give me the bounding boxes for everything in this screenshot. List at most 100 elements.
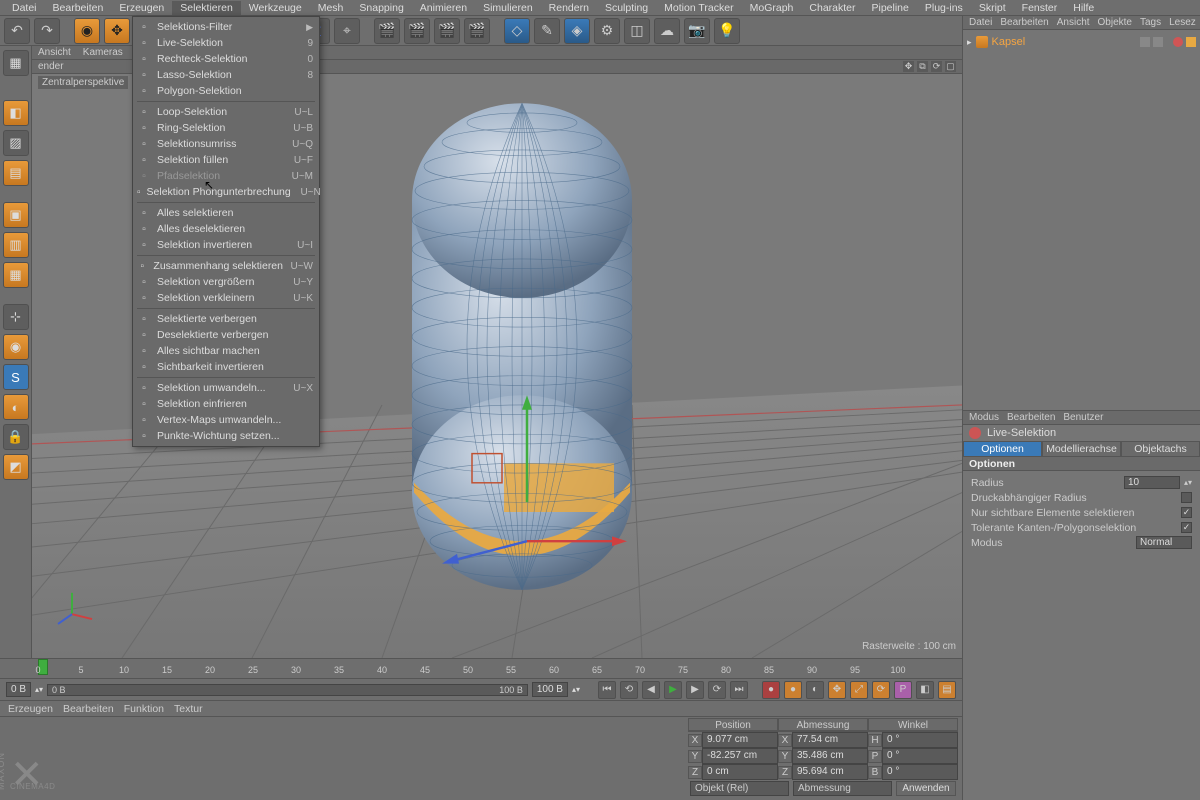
menu-item-deselektierte-verbergen[interactable]: ▫Deselektierte verbergen <box>133 327 319 343</box>
matmgr-tab-textur[interactable]: Textur <box>174 703 203 715</box>
menu-item-lasso-selektion[interactable]: ▫Lasso-Selektion8 <box>133 67 319 83</box>
scale-key-icon[interactable]: ⤢ <box>850 681 868 699</box>
menu-item-vertex-maps-umwandeln-[interactable]: ▫Vertex-Maps umwandeln... <box>133 412 319 428</box>
sicht-checkbox[interactable]: ✓ <box>1181 507 1192 518</box>
objmgr-tab-tags[interactable]: Tags <box>1140 17 1161 28</box>
goto-start-icon[interactable]: ⏮ <box>598 681 616 699</box>
menu-item-selektion-f-llen[interactable]: ▫Selektion füllenU~F <box>133 152 319 168</box>
object-name[interactable]: Kapsel <box>992 36 1026 48</box>
timeline-range-slider[interactable]: 0 B 100 B <box>47 684 528 696</box>
subtab-optionen[interactable]: Optionen <box>963 441 1042 457</box>
menu-skript[interactable]: Skript <box>971 1 1014 15</box>
visibility-top-icon[interactable] <box>1140 37 1150 47</box>
menu-datei[interactable]: Datei <box>4 1 45 15</box>
pos-input[interactable]: 9.077 cm <box>702 732 778 748</box>
timeline-ruler[interactable]: 0510152025303540455055606570758085909510… <box>0 659 962 679</box>
spinner-icon[interactable]: ▴▾ <box>1184 478 1192 487</box>
play-icon[interactable]: ▶ <box>664 681 682 699</box>
subdiv-icon[interactable]: ◈ <box>564 18 590 44</box>
angle-input[interactable]: 0 ° <box>882 764 958 780</box>
menu-item-alles-selektieren[interactable]: ▫Alles selektieren <box>133 205 319 221</box>
polygon-mode-icon[interactable]: ▦ <box>3 262 29 288</box>
matmgr-tab-bearbeiten[interactable]: Bearbeiten <box>63 703 114 715</box>
menu-charakter[interactable]: Charakter <box>801 1 863 15</box>
subtab-modellierachse[interactable]: Modellierachse <box>1042 441 1121 457</box>
goto-key-next-icon[interactable]: ⟳ <box>708 681 726 699</box>
param-key-icon[interactable]: P <box>894 681 912 699</box>
render-pv-icon[interactable]: 🎬 <box>434 18 460 44</box>
menu-item-polygon-selektion[interactable]: ▫Polygon-Selektion <box>133 83 319 99</box>
viewport-solo-icon[interactable]: ◩ <box>3 454 29 480</box>
vp-zoom-icon[interactable]: ⧉ <box>917 61 928 72</box>
frame-start-field[interactable]: 0 B <box>6 682 31 697</box>
dim-input[interactable]: 35.486 cm <box>792 748 868 764</box>
frame-end-field[interactable]: 100 B <box>532 682 568 697</box>
vp-nav-icon[interactable]: ✥ <box>903 61 914 72</box>
dim-input[interactable]: 95.694 cm <box>792 764 868 780</box>
menu-item-loop-selektion[interactable]: ▫Loop-SelektionU~L <box>133 104 319 120</box>
menu-rendern[interactable]: Rendern <box>541 1 597 15</box>
point-mode-icon[interactable]: ▣ <box>3 202 29 228</box>
menu-item-alles-deselektieren[interactable]: ▫Alles deselektieren <box>133 221 319 237</box>
edge-mode-icon[interactable]: ▥ <box>3 232 29 258</box>
anim-layer-icon[interactable]: ▤ <box>938 681 956 699</box>
phong-tag-icon[interactable] <box>1186 37 1196 47</box>
menu-animieren[interactable]: Animieren <box>412 1 475 15</box>
coord-sys-icon[interactable]: ⌖ <box>334 18 360 44</box>
make-editable-icon[interactable]: ▦ <box>3 50 29 76</box>
object-manager[interactable]: ▸ Kapsel <box>963 30 1200 410</box>
spinner-icon[interactable]: ▴▾ <box>35 685 43 694</box>
record-key-icon[interactable]: ● <box>762 681 780 699</box>
objmgr-tab-lesez[interactable]: Lesez <box>1169 17 1196 28</box>
menu-item-zusammenhang-selektieren[interactable]: ▫Zusammenhang selektierenU~W <box>133 258 319 274</box>
vp-rotate-icon[interactable]: ⟳ <box>931 61 942 72</box>
disclosure-icon[interactable]: ▸ <box>967 37 972 48</box>
pos-input[interactable]: -82.257 cm <box>702 748 778 764</box>
model-mode-icon[interactable]: ◧ <box>3 100 29 126</box>
subtab-objektachse[interactable]: Objektachs <box>1121 441 1200 457</box>
step-fwd-icon[interactable]: ▶ <box>686 681 704 699</box>
angle-input[interactable]: 0 ° <box>882 732 958 748</box>
menu-item-sichtbarkeit-invertieren[interactable]: ▫Sichtbarkeit invertieren <box>133 359 319 375</box>
matmgr-tab-funktion[interactable]: Funktion <box>124 703 164 715</box>
pla-key-icon[interactable]: ◧ <box>916 681 934 699</box>
pos-input[interactable]: 0 cm <box>702 764 778 780</box>
menu-werkzeuge[interactable]: Werkzeuge <box>241 1 310 15</box>
menu-sculpting[interactable]: Sculpting <box>597 1 656 15</box>
menu-item-selektion-verkleinern[interactable]: ▫Selektion verkleinernU~K <box>133 290 319 306</box>
cube-primitive-icon[interactable]: ◇ <box>504 18 530 44</box>
menu-selektieren[interactable]: Selektieren <box>172 1 241 15</box>
environment-icon[interactable]: ☁ <box>654 18 680 44</box>
lock-icon[interactable]: 🔒 <box>3 424 29 450</box>
menu-pipeline[interactable]: Pipeline <box>864 1 917 15</box>
attr-tab-benutzer[interactable]: Benutzer <box>1063 412 1103 423</box>
menu-fenster[interactable]: Fenster <box>1014 1 1066 15</box>
menu-item-selektion-einfrieren[interactable]: ▫Selektion einfrieren <box>133 396 319 412</box>
apply-button[interactable]: Anwenden <box>896 781 956 796</box>
object-row-kapsel[interactable]: ▸ Kapsel <box>967 34 1196 50</box>
menu-item-selektions-filter[interactable]: ▫Selektions-Filter▶ <box>133 19 319 35</box>
move-tool-icon[interactable]: ✥ <box>104 18 130 44</box>
attr-tab-bearbeiten[interactable]: Bearbeiten <box>1007 412 1055 423</box>
camera-icon[interactable]: 📷 <box>684 18 710 44</box>
menu-motion tracker[interactable]: Motion Tracker <box>656 1 741 15</box>
live-select-tool-icon[interactable]: ◉ <box>74 18 100 44</box>
generator-icon[interactable]: ⚙ <box>594 18 620 44</box>
spinner-icon[interactable]: ▴▾ <box>572 685 580 694</box>
menu-item-selektion-umwandeln-[interactable]: ▫Selektion umwandeln...U~X <box>133 380 319 396</box>
goto-key-prev-icon[interactable]: ⟲ <box>620 681 638 699</box>
menu-simulieren[interactable]: Simulieren <box>475 1 541 15</box>
tweak-mode-icon[interactable]: ◉ <box>3 334 29 360</box>
menu-mograph[interactable]: MoGraph <box>742 1 802 15</box>
menu-hilfe[interactable]: Hilfe <box>1065 1 1102 15</box>
light-icon[interactable]: 💡 <box>714 18 740 44</box>
layer-dot-icon[interactable] <box>1173 37 1183 47</box>
coords-dim-select[interactable]: Abmessung <box>793 781 892 796</box>
vp-max-icon[interactable]: ▢ <box>945 61 956 72</box>
menu-item-selektionsumriss[interactable]: ▫SelektionsumrissU~Q <box>133 136 319 152</box>
viewport-tab-ansicht[interactable]: Ansicht <box>38 47 71 58</box>
pen-icon[interactable]: ✎ <box>534 18 560 44</box>
snap-icon[interactable]: S <box>3 364 29 390</box>
modus-select[interactable]: Normal <box>1136 536 1192 549</box>
dim-input[interactable]: 77.54 cm <box>792 732 868 748</box>
